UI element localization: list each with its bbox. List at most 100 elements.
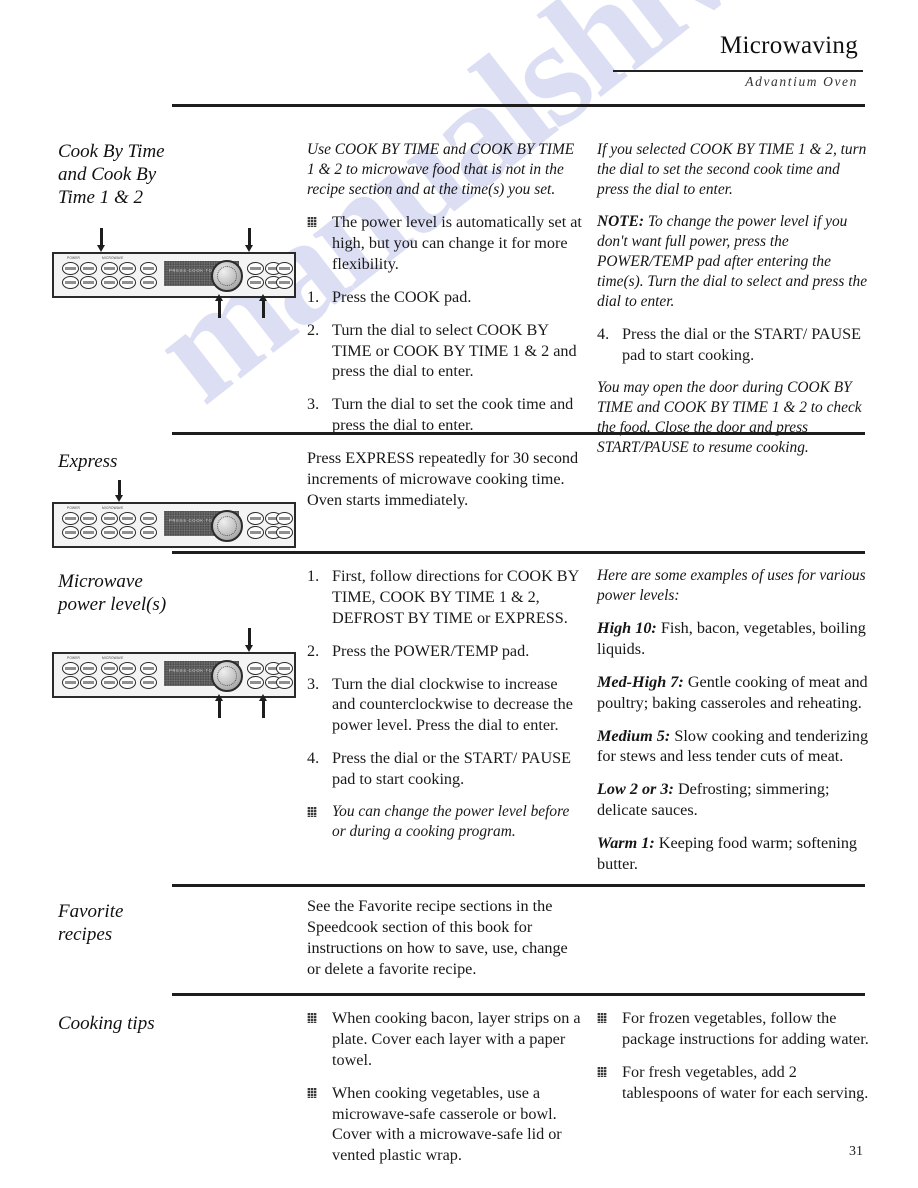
- panel-group-label-microwave: MICROWAVE: [102, 506, 124, 510]
- tip-text: For fresh vegetables, add 2 tablespoons …: [622, 1062, 869, 1102]
- tip-text: When cooking vegetables, use a microwave…: [332, 1083, 562, 1165]
- panel-dial: [211, 260, 243, 292]
- panel-dial: [211, 660, 243, 692]
- power-level-label: Medium 5:: [597, 726, 671, 745]
- panel-pad: [247, 526, 264, 539]
- panel-pad: [101, 512, 118, 525]
- panel-pad: [80, 276, 97, 289]
- step-text: First, follow directions for COOK BY TIM…: [332, 567, 579, 627]
- panel-pad: [140, 526, 157, 539]
- page-number: 31: [849, 1144, 863, 1159]
- bullet-text: The power level is automatically set at …: [332, 213, 582, 273]
- section-heading-express: Express: [58, 451, 118, 472]
- section-heading-power-levels: Microwave power level(s): [58, 571, 167, 616]
- header-rule: [613, 70, 863, 72]
- step-number: 2.: [307, 320, 320, 339]
- section-divider: [172, 993, 865, 996]
- tip-item: For frozen vegetables, follow the packag…: [597, 1008, 869, 1050]
- section-1-middle-column: Use COOK BY TIME and COOK BY TIME 1 & 2 …: [307, 140, 582, 448]
- tip-item: When cooking bacon, layer strips on a pl…: [307, 1008, 582, 1071]
- panel-pad: [80, 262, 97, 275]
- square-bullet-icon: [307, 217, 317, 228]
- callout-arrow-up-icon: [259, 694, 268, 718]
- panel-dial: [211, 510, 243, 542]
- numbered-step: 1. First, follow directions for COOK BY …: [307, 566, 582, 629]
- panel-pad: [62, 262, 79, 275]
- power-level-entry: High 10: Fish, bacon, vegetables, boilin…: [597, 618, 869, 660]
- tip-item: For fresh vegetables, add 2 tablespoons …: [597, 1062, 869, 1104]
- control-panel-graphic-2: POWER MICROWAVE PRESS COOK TO START: [52, 478, 297, 558]
- bullet-item: The power level is automatically set at …: [307, 212, 582, 275]
- intro-text: Press EXPRESS repeatedly for 30 second i…: [307, 449, 579, 509]
- panel-pad: [80, 526, 97, 539]
- panel-pad: [101, 662, 118, 675]
- section-divider: [172, 884, 865, 887]
- panel-pad: [101, 676, 118, 689]
- callout-arrow-up-icon: [215, 294, 224, 318]
- panel-pad: [276, 262, 293, 275]
- callout-arrow-up-icon: [259, 294, 268, 318]
- step-number: 3.: [307, 395, 320, 414]
- step-text: Press the dial or the START/ PAUSE pad t…: [332, 749, 572, 789]
- step-number: 1.: [307, 567, 320, 585]
- panel-group-label-power: POWER: [67, 506, 81, 510]
- power-level-label: Low 2 or 3:: [597, 780, 674, 799]
- section-heading-cook-by-time: Cook By Time and Cook By Time 1 & 2: [58, 141, 165, 209]
- power-level-label: Warm 1:: [597, 834, 655, 853]
- panel-pad: [62, 276, 79, 289]
- square-bullet-icon: [307, 807, 317, 818]
- step-number: 2.: [307, 641, 320, 660]
- panel-pad: [80, 662, 97, 675]
- intro-text: See the Favorite recipe sections in the …: [307, 897, 568, 978]
- panel-pad: [62, 512, 79, 525]
- step-number: 1.: [307, 287, 320, 306]
- panel-pad: [119, 662, 136, 675]
- panel-pad: [276, 526, 293, 539]
- step-number: 4.: [307, 749, 320, 768]
- callout-arrow-down-icon: [97, 228, 106, 252]
- intro-text: Here are some examples of uses for vario…: [597, 567, 866, 605]
- callout-arrow-down-icon: [245, 628, 254, 652]
- power-level-label: Med-High 7:: [597, 672, 684, 691]
- numbered-step: 2. Press the POWER/TEMP pad.: [307, 641, 582, 662]
- power-level-label: High 10:: [597, 619, 657, 638]
- power-level-entry: Low 2 or 3: Defrosting; simmering; delic…: [597, 779, 869, 821]
- tip-text: For frozen vegetables, follow the packag…: [622, 1009, 869, 1048]
- tip-item: When cooking vegetables, use a microwave…: [307, 1083, 582, 1167]
- section-5-middle-column: When cooking bacon, layer strips on a pl…: [307, 1008, 582, 1178]
- panel-pad: [247, 512, 264, 525]
- panel-pad: [101, 276, 118, 289]
- square-bullet-icon: [597, 1066, 607, 1077]
- callout-arrow-down-icon: [245, 228, 254, 252]
- control-panel-graphic-3: POWER MICROWAVE PRESS COOK TO START: [52, 628, 297, 718]
- panel-pad: [62, 526, 79, 539]
- numbered-step: 4. Press the dial or the START/ PAUSE pa…: [597, 324, 869, 366]
- panel-pad: [101, 262, 118, 275]
- note-label: NOTE:: [597, 213, 645, 231]
- panel-pad: [119, 512, 136, 525]
- panel-pad: [62, 676, 79, 689]
- panel-group-label-power: POWER: [67, 256, 81, 260]
- panel-pad: [247, 676, 264, 689]
- control-panel-body: POWER MICROWAVE PRESS COOK TO START: [52, 502, 296, 548]
- section-divider: [172, 551, 865, 554]
- section-3-middle-column: 1. First, follow directions for COOK BY …: [307, 566, 582, 854]
- numbered-step: 1. Press the COOK pad.: [307, 287, 582, 308]
- panel-group-label-microwave: MICROWAVE: [102, 256, 124, 260]
- panel-group-label-power: POWER: [67, 656, 81, 660]
- panel-pad: [119, 262, 136, 275]
- control-panel-graphic-1: POWER MICROWAVE PRESS COOK TO START: [52, 228, 297, 318]
- intro-text: If you selected COOK BY TIME 1 & 2, turn…: [597, 141, 867, 199]
- section-heading-cooking-tips: Cooking tips: [58, 1013, 155, 1034]
- callout-arrow-down-icon: [115, 480, 124, 502]
- callout-arrow-up-icon: [215, 694, 224, 718]
- panel-pad: [80, 676, 97, 689]
- square-bullet-icon: [307, 1013, 317, 1023]
- section-divider: [172, 432, 865, 435]
- square-bullet-icon: [597, 1013, 607, 1023]
- power-level-entry: Warm 1: Keeping food warm; softening but…: [597, 833, 869, 875]
- power-level-entry: Medium 5: Slow cooking and tenderizing f…: [597, 726, 869, 768]
- intro-text: Use COOK BY TIME and COOK BY TIME 1 & 2 …: [307, 141, 575, 199]
- step-number: 4.: [597, 325, 610, 344]
- section-5-right-column: For frozen vegetables, follow the packag…: [597, 1008, 869, 1116]
